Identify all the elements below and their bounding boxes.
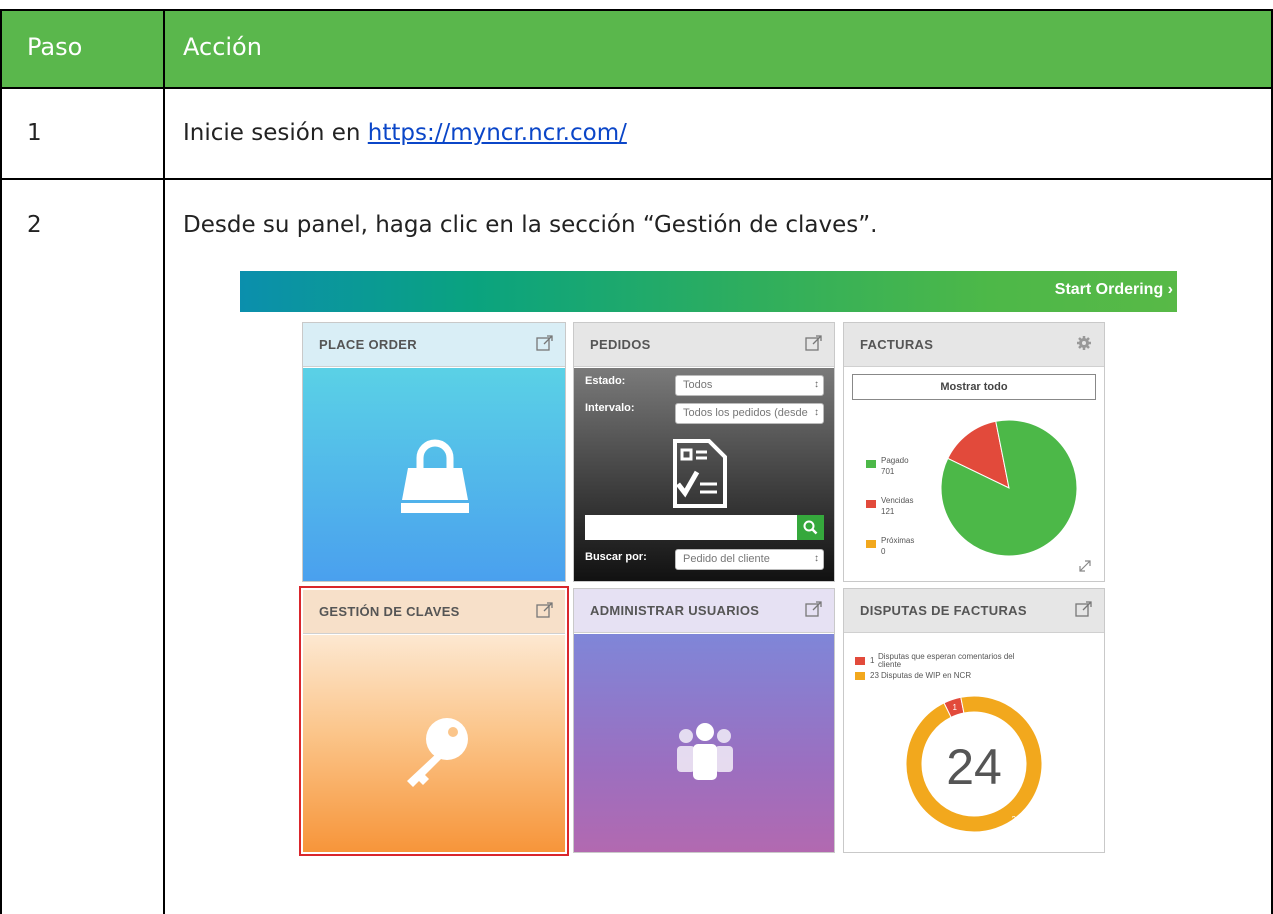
gear-icon[interactable]: [1074, 333, 1094, 353]
tile-facturas[interactable]: FACTURAS Mostrar todo Pagado 701 Vencidas 1…: [843, 322, 1105, 582]
buscar-select[interactable]: Pedido del cliente: [675, 549, 824, 570]
tile-body: 1 Disputas que esperan comentarios del c…: [844, 634, 1104, 852]
tile-body[interactable]: [303, 635, 565, 852]
tile-title: GESTIÓN DE CLAVES: [319, 604, 460, 619]
legend-swatch: [866, 500, 876, 508]
intervalo-select[interactable]: Todos los pedidos (desde: [675, 403, 824, 424]
tile-header: PLACE ORDER: [303, 323, 565, 367]
border-row1: [0, 178, 1273, 180]
start-ordering-link[interactable]: Start Ordering ›: [1055, 281, 1173, 299]
legend-label: Pagado: [881, 456, 909, 465]
myncr-link[interactable]: https://myncr.ncr.com/: [368, 120, 627, 146]
legend-count: 121: [881, 507, 895, 516]
tile-title: DISPUTAS DE FACTURAS: [860, 603, 1027, 618]
users-group-icon: [677, 723, 733, 780]
step-text-label: Inicie sesión en: [183, 120, 368, 146]
legend-label: cliente: [878, 660, 902, 669]
tile-title: PLACE ORDER: [319, 337, 417, 352]
tile-header: PEDIDOS: [574, 323, 834, 367]
start-ordering-banner[interactable]: Start Ordering ›: [240, 271, 1177, 312]
show-all-button[interactable]: Mostrar todo: [852, 374, 1096, 400]
border-left: [0, 9, 2, 914]
tile-place-order[interactable]: PLACE ORDER: [302, 322, 566, 582]
tile-body: Mostrar todo Pagado 701 Vencidas 121 Próxima…: [844, 368, 1104, 581]
step-number: 1: [27, 120, 42, 146]
legend-label: Disputas de WIP en NCR: [881, 671, 972, 680]
tile-disputas-de-facturas[interactable]: DISPUTAS DE FACTURAS 1 Disputas que espe…: [843, 588, 1105, 853]
intervalo-label: Intervalo:: [585, 402, 635, 414]
disputas-donut-chart: 24 1 23: [905, 695, 1043, 833]
tile-gestion-de-claves[interactable]: GESTIÓN DE CLAVES: [299, 586, 569, 856]
donut-total: 24: [946, 739, 1002, 795]
tile-administrar-usuarios[interactable]: ADMINISTRAR USUARIOS: [573, 588, 835, 853]
tile-body[interactable]: [303, 368, 565, 581]
tile-pedidos[interactable]: PEDIDOS Estado: Todos Intervalo: Todos l…: [573, 322, 835, 582]
tile-body[interactable]: [574, 634, 834, 852]
external-link-icon[interactable]: [804, 333, 824, 353]
estado-select[interactable]: Todos: [675, 375, 824, 396]
legend-count: 23: [870, 671, 879, 680]
tile-body: Estado: Todos Intervalo: Todos los pedid…: [574, 368, 834, 581]
facturas-pie-chart: [940, 419, 1078, 557]
external-link-icon[interactable]: [804, 599, 824, 619]
tile-header: DISPUTAS DE FACTURAS: [844, 589, 1104, 633]
search-input[interactable]: [585, 515, 797, 540]
step-number: 2: [27, 212, 42, 238]
legend-count: 1: [870, 656, 875, 665]
document-checklist-icon: [673, 439, 727, 508]
header-accion: Acción: [183, 33, 262, 61]
donut-data-label: 1: [953, 703, 958, 712]
tile-title: PEDIDOS: [590, 337, 651, 352]
donut-data-label: 23: [1012, 815, 1021, 824]
tile-header: ADMINISTRAR USUARIOS: [574, 589, 834, 633]
legend-count: 701: [881, 467, 895, 476]
key-icon: [407, 718, 468, 787]
external-link-icon[interactable]: [535, 600, 555, 620]
legend-swatch: [855, 657, 865, 665]
external-link-icon[interactable]: [1074, 599, 1094, 619]
border-divider: [163, 9, 165, 914]
legend-swatch: [866, 540, 876, 548]
tile-title: ADMINISTRAR USUARIOS: [590, 603, 760, 618]
legend-count: 0: [881, 547, 886, 556]
step-text: Desde su panel, haga clic en la sección …: [183, 212, 878, 238]
tile-header: GESTIÓN DE CLAVES: [303, 590, 565, 634]
estado-label: Estado:: [585, 375, 626, 387]
legend-label: Próximas: [881, 536, 915, 545]
tile-title: FACTURAS: [860, 337, 934, 352]
header-paso: Paso: [27, 33, 83, 61]
border-top: [0, 9, 1273, 11]
legend-swatch: [855, 672, 865, 680]
tile-header: FACTURAS: [844, 323, 1104, 367]
external-link-icon[interactable]: [535, 333, 555, 353]
legend-swatch: [866, 460, 876, 468]
legend-label: Vencidas: [881, 496, 914, 505]
step-text: Inicie sesión en https://myncr.ncr.com/: [183, 120, 627, 146]
search-button[interactable]: [797, 515, 824, 540]
shopping-bag-icon: [401, 439, 469, 513]
search-icon: [803, 520, 818, 535]
buscar-label: Buscar por:: [585, 551, 647, 563]
border-header: [0, 87, 1273, 89]
expand-icon[interactable]: [1078, 559, 1092, 573]
